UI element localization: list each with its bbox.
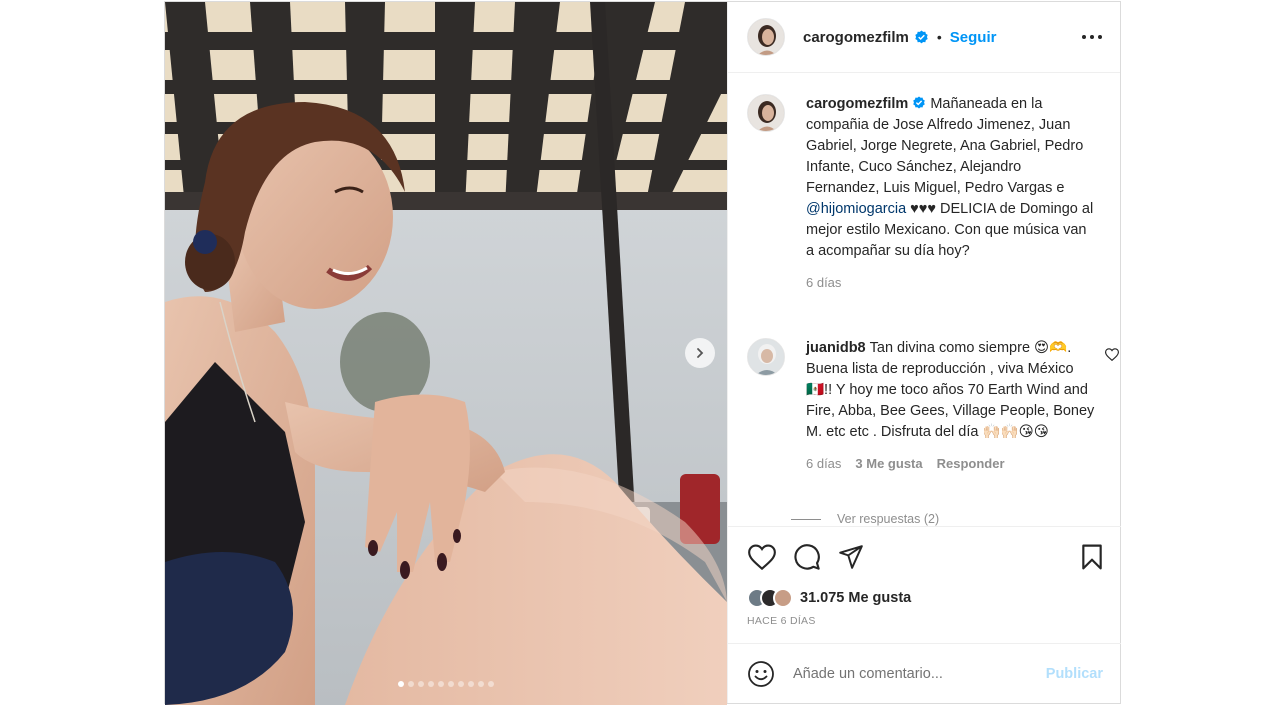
caption-username[interactable]: carogomezfilm <box>806 96 908 112</box>
chevron-right-icon <box>697 348 704 358</box>
caption-time[interactable]: 6 días <box>806 272 841 293</box>
more-options-icon <box>1082 35 1102 39</box>
comment-like-heart-icon[interactable] <box>1105 348 1119 361</box>
likes-summary[interactable]: 31.075 Me gusta <box>728 587 1121 609</box>
likes-count[interactable]: 31.075 Me gusta <box>800 590 911 606</box>
post-header: carogomezfilm • Seguir <box>728 2 1120 73</box>
carousel-dot <box>398 681 404 687</box>
comment-icon <box>794 544 820 570</box>
comment-avatar-image <box>748 339 784 375</box>
liker-avatar <box>773 588 793 608</box>
heart-icon <box>748 544 776 570</box>
save-button[interactable] <box>1069 540 1103 574</box>
bookmark-icon <box>1082 544 1102 570</box>
carousel-dot <box>428 681 434 687</box>
instagram-post-dialog: carogomezfilm • Seguir carogomezfilm Mañ… <box>164 1 1121 705</box>
carousel-dot <box>448 681 454 687</box>
caption-meta: 6 días <box>806 272 1096 293</box>
carousel-dot <box>478 681 484 687</box>
comment-avatar[interactable] <box>747 338 785 376</box>
author-avatar[interactable] <box>747 18 785 56</box>
view-replies-button[interactable]: Ver respuestas (2) <box>791 512 939 526</box>
post-timestamp[interactable]: HACE 6 DÍAS <box>728 615 1121 627</box>
comment-body: juanidb8 Tan divina como siempre 😍🫶. Buen… <box>806 338 1096 474</box>
carousel-dot <box>458 681 464 687</box>
comment-meta: 6 días 3 Me gusta Responder <box>806 453 1096 474</box>
photo-image <box>165 2 727 705</box>
carousel-dot <box>438 681 444 687</box>
comment-username[interactable]: juanidb8 <box>806 340 866 356</box>
comment-likes[interactable]: 3 Me gusta <box>855 453 922 474</box>
post-side-panel: carogomezfilm • Seguir carogomezfilm Mañ… <box>727 2 1121 703</box>
caption-mention-link[interactable]: @hijomiogarcia <box>806 201 906 217</box>
verified-badge-icon <box>915 29 928 43</box>
add-comment-bar: Publicar <box>728 643 1121 703</box>
comment-time[interactable]: 6 días <box>806 453 841 474</box>
comment-input[interactable] <box>793 665 1046 682</box>
header-separator: • <box>936 29 942 45</box>
carousel-dot <box>418 681 424 687</box>
carousel-dot <box>408 681 414 687</box>
carousel-dot <box>468 681 474 687</box>
publish-button[interactable]: Publicar <box>1046 666 1103 682</box>
follow-button[interactable]: Seguir <box>950 29 997 46</box>
author-avatar-image <box>748 19 784 55</box>
view-replies-label: Ver respuestas (2) <box>837 512 940 526</box>
carousel-indicator <box>165 681 727 687</box>
action-icons-row <box>728 527 1121 587</box>
share-button[interactable] <box>838 540 872 574</box>
reply-button[interactable]: Responder <box>937 453 1005 474</box>
more-options-button[interactable] <box>1080 25 1104 49</box>
verified-badge-icon <box>913 96 926 109</box>
caption-body: carogomezfilm Mañaneada en la compañia de… <box>806 94 1096 293</box>
post-actions: 31.075 Me gusta HACE 6 DÍAS <box>728 526 1121 627</box>
comment-button[interactable] <box>793 540 827 574</box>
share-icon <box>839 545 863 569</box>
post-photo[interactable] <box>165 2 727 705</box>
emoji-icon[interactable] <box>747 660 775 688</box>
comments-list[interactable]: carogomezfilm Mañaneada en la compañia de… <box>728 74 1121 527</box>
carousel-dot <box>488 681 494 687</box>
caption-avatar[interactable] <box>747 94 785 132</box>
view-replies-line <box>791 518 821 520</box>
like-button[interactable] <box>748 540 782 574</box>
carousel-next-button[interactable] <box>685 338 715 368</box>
caption-avatar-image <box>748 95 784 131</box>
author-username[interactable]: carogomezfilm <box>803 29 909 46</box>
